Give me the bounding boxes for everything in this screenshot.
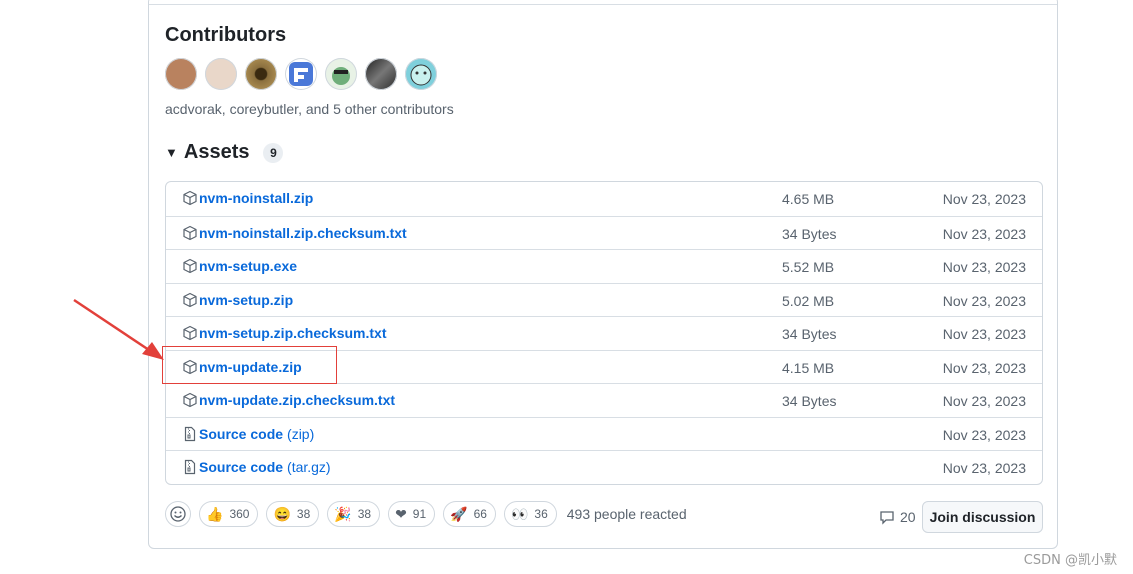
file-zip-icon [182,426,198,442]
asset-date: Nov 23, 2023 [942,225,1026,242]
assets-heading: Assets [183,141,250,163]
avatar[interactable] [365,58,397,90]
reaction-rocket-button[interactable]: 🚀 66 [443,501,496,527]
reaction-count: 66 [473,507,487,521]
comments-count[interactable]: 20 [879,509,916,525]
package-icon [182,225,198,241]
reaction-eyes-button[interactable]: 👀 36 [503,501,557,527]
asset-name: nvm-setup.zip.checksum.txt [199,325,387,341]
reaction-count: 360 [229,507,250,521]
comments-number: 20 [900,509,916,525]
hooray-icon: 🎉 [334,505,352,522]
asset-date: Nov 23, 2023 [942,326,1026,342]
join-discussion-button[interactable]: Join discussion [922,501,1043,533]
package-icon [182,258,198,274]
eyes-icon: 👀 [510,505,529,522]
asset-link[interactable]: nvm-noinstall.zip [182,190,317,206]
rocket-icon: 🚀 [450,505,468,522]
avatar[interactable] [165,58,197,90]
asset-name: nvm-noinstall.zip.checksum.txt [199,224,407,241]
contributor-avatars [165,58,437,90]
asset-name: nvm-noinstall.zip [199,190,314,206]
asset-name: nvm-update.zip.checksum.txt [199,392,396,408]
asset-date: Nov 23, 2023 [942,426,1026,443]
asset-size: 4.65 MB [782,191,835,207]
asset-name: Source code [199,459,284,475]
asset-link[interactable]: nvm-setup.exe [182,258,301,274]
asset-row: nvm-noinstall.zip 4.65 MB Nov 23, 2023 [166,182,1042,216]
asset-size: 34 Bytes [782,326,837,342]
add-reaction-button[interactable] [165,501,191,527]
contributors-heading: Contributors [165,24,287,46]
reaction-count: 38 [296,507,311,521]
assets-list: nvm-noinstall.zip 4.65 MB Nov 23, 2023 nvm-… [165,181,1043,485]
asset-date: Nov 23, 2023 [942,259,1026,275]
asset-size: 4.15 MB [782,359,835,376]
reaction-hooray-button[interactable]: 🎉 38 [327,501,381,527]
asset-name: nvm-setup.zip [199,291,294,308]
reaction-count: 36 [534,507,548,521]
divider [149,4,1057,5]
asset-row: nvm-update.zip.checksum.txt 34 Bytes Nov 2… [166,383,1042,417]
asset-row: Source code (zip) Nov 23, 2023 [166,416,1042,451]
asset-size: 34 Bytes [782,393,837,409]
red-arrow-icon [73,298,164,360]
triangle-down-icon: ▼ [165,145,178,160]
asset-date: Nov 23, 2023 [942,359,1026,376]
asset-size: 34 Bytes [782,225,837,242]
asset-row: nvm-setup.zip.checksum.txt 34 Bytes Nov 23… [166,316,1042,350]
asset-date: Nov 23, 2023 [942,393,1026,409]
package-icon [182,325,198,341]
asset-suffix: (tar.gz) [287,459,331,475]
asset-link[interactable]: nvm-update.zip.checksum.txt [182,392,399,408]
comment-icon [880,511,894,525]
reactions-summary: 493 people reacted [566,506,687,522]
heart-icon: ❤ [395,505,407,522]
asset-link[interactable]: nvm-setup.zip.checksum.txt [182,325,391,341]
highlight-box [162,346,337,384]
asset-suffix: (zip) [287,425,315,442]
asset-row: nvm-noinstall.zip.checksum.txt 34 Bytes No… [166,215,1042,250]
package-icon [182,392,198,408]
avatar[interactable] [325,58,357,90]
asset-name: nvm-setup.exe [199,258,298,274]
asset-date: Nov 23, 2023 [942,292,1026,309]
reactions-bar: 👍 360 😄 38 🎉 38 ❤ 91 🚀 66 👀 36 493 people reacted [165,501,687,527]
contributors-summary: acdvorak, coreybutler, and 5 other contr… [165,101,454,117]
package-icon [182,190,198,206]
asset-link[interactable]: Source code (zip) [182,426,314,442]
asset-date: Nov 23, 2023 [942,460,1026,476]
asset-link[interactable]: nvm-setup.zip [182,292,297,308]
reaction-heart-button[interactable]: ❤ 91 [388,501,436,527]
avatar[interactable] [405,58,437,90]
asset-row: nvm-setup.exe 5.52 MB Nov 23, 2023 [166,249,1042,283]
assets-toggle[interactable]: ▼ Assets 9 [165,141,284,164]
asset-link[interactable]: Source code (tar.gz) [182,459,331,475]
thumbs-up-icon: 👍 [206,505,224,522]
reaction-laugh-button[interactable]: 😄 38 [266,501,320,527]
asset-name: Source code [199,425,284,442]
reaction-thumbs-up-button[interactable]: 👍 360 [199,501,259,527]
asset-date: Nov 23, 2023 [942,191,1026,207]
asset-link[interactable]: nvm-noinstall.zip.checksum.txt [182,225,411,241]
asset-size: 5.02 MB [782,292,835,309]
avatar[interactable] [245,58,277,90]
laugh-icon: 😄 [273,505,291,522]
asset-row: Source code (tar.gz) Nov 23, 2023 [166,450,1042,484]
reaction-count: 91 [412,507,427,521]
avatar[interactable] [285,58,317,90]
avatar[interactable] [205,58,237,90]
asset-size: 5.52 MB [782,259,835,275]
reaction-count: 38 [357,507,372,521]
smiley-icon [170,506,186,522]
watermark: CSDN @凯小默 [1023,553,1117,568]
file-zip-icon [182,459,198,475]
assets-count-badge: 9 [263,142,284,163]
package-icon [182,292,198,308]
asset-row: nvm-setup.zip 5.02 MB Nov 23, 2023 [166,282,1042,317]
